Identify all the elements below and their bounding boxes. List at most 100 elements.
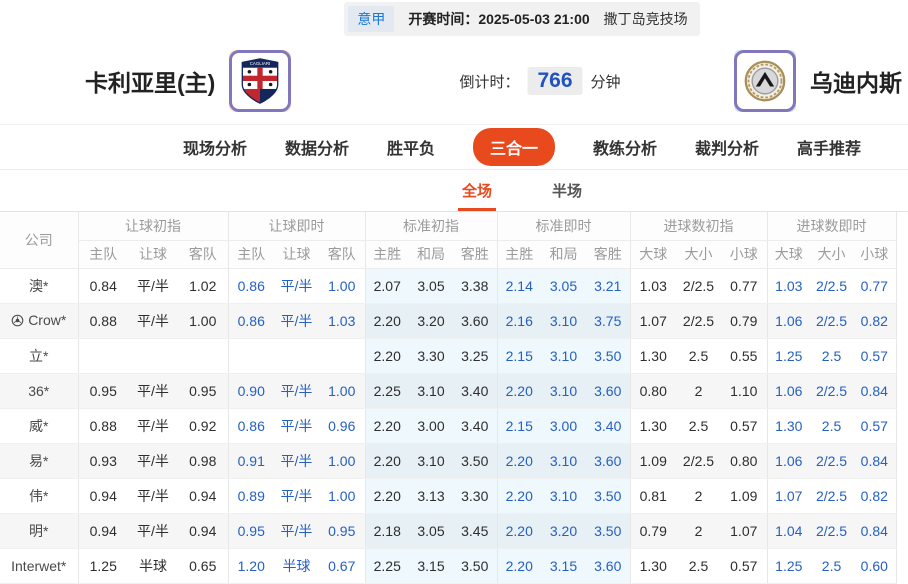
odds-group-header-4: 标准即时 xyxy=(496,212,630,241)
odds-sub-header: 客队 xyxy=(319,240,365,269)
league-badge[interactable]: 意甲 xyxy=(348,6,395,32)
odds-cell: 0.98 xyxy=(178,443,228,479)
odds-cell: 2/2.5 xyxy=(676,268,721,304)
nav-tab-3[interactable]: 胜平负 xyxy=(387,135,435,159)
odds-cell: 1.00 xyxy=(319,478,365,514)
company-cell[interactable]: 立* xyxy=(0,338,78,374)
nav-tab-5[interactable]: 教练分析 xyxy=(593,135,657,159)
company-cell[interactable]: 易* xyxy=(0,443,78,479)
odds-cell: 0.95 xyxy=(77,373,128,409)
nav-tab-2[interactable]: 数据分析 xyxy=(285,135,349,159)
odds-cell: 0.81 xyxy=(629,478,676,514)
odds-cell: 1.07 xyxy=(629,303,676,339)
company-cell[interactable]: 澳* xyxy=(0,268,78,304)
odds-cell: 3.38 xyxy=(453,268,497,304)
odds-cell: 0.77 xyxy=(853,268,897,304)
odds-cell: 2.5 xyxy=(810,548,854,584)
odds-cell: 3.30 xyxy=(409,338,453,374)
match-info-bar: 意甲 开赛时间：2025-05-03 21:00 撒丁岛竞技场 xyxy=(0,0,908,38)
nav-tab-7[interactable]: 高手推荐 xyxy=(797,135,861,159)
company-cell[interactable]: 明* xyxy=(0,513,78,549)
odds-cell: 1.25 xyxy=(766,338,811,374)
odds-cell: 0.89 xyxy=(227,478,274,514)
odds-cell: 3.10 xyxy=(541,338,586,374)
odds-cell: 1.06 xyxy=(766,443,811,479)
away-team-name: 乌迪内斯 xyxy=(810,70,902,96)
odds-cell: 3.40 xyxy=(586,408,630,444)
odds-cell: 3.75 xyxy=(586,303,630,339)
odds-cell: 0.57 xyxy=(853,338,897,374)
odds-cell: 3.20 xyxy=(409,303,453,339)
company-cell[interactable]: Crow* xyxy=(0,303,78,339)
venue-name: 撒丁岛竞技场 xyxy=(603,11,688,27)
odds-sub-header: 大球 xyxy=(766,240,811,269)
period-tab-2[interactable]: 半场 xyxy=(548,180,586,211)
odds-cell: 1.04 xyxy=(766,513,811,549)
odds-cell: 2.20 xyxy=(496,548,541,584)
kickoff-time: 开赛时间：2025-05-03 21:00 xyxy=(408,9,589,29)
odds-cell: 3.05 xyxy=(541,268,586,304)
nav-tab-4[interactable]: 三合一 xyxy=(472,128,555,166)
odds-cell: 0.82 xyxy=(853,303,897,339)
match-info-box: 意甲 开赛时间：2025-05-03 21:00 撒丁岛竞技场 xyxy=(344,2,700,36)
odds-cell: 1.09 xyxy=(721,478,768,514)
odds-cell: 3.15 xyxy=(541,548,586,584)
odds-cell: 1.06 xyxy=(766,303,811,339)
odds-row-7: 伟* 0.94 平/半 0.94 0.89 平/半 1.00 2.20 3.13 3.30 2.20… xyxy=(0,478,897,514)
company-name: Crow* xyxy=(28,311,67,328)
odds-cell: 2/2.5 xyxy=(810,373,854,409)
odds-row-5: 威* 0.88 平/半 0.92 0.86 平/半 0.96 2.20 3.00 3.40 2.15… xyxy=(0,408,897,444)
period-tab-1[interactable]: 全场 xyxy=(457,180,496,211)
company-name: 明* xyxy=(29,522,49,539)
odds-cell: 半球 xyxy=(128,548,178,584)
odds-cell: 0.57 xyxy=(853,408,897,444)
odds-row-2: Crow* 0.88 平/半 1.00 0.86 平/半 1.03 2.20 3.20 3.60 2… xyxy=(0,303,897,339)
odds-cell: 3.50 xyxy=(453,443,497,479)
home-team: 卡利亚里(主) CAGLIARI xyxy=(85,50,292,112)
odds-cell: 3.50 xyxy=(453,548,497,584)
odds-sub-header: 和局 xyxy=(409,240,453,269)
odds-cell: 0.84 xyxy=(77,268,128,304)
odds-sub-header: 大小 xyxy=(676,240,721,269)
odds-row-9: Interwet* 1.25 半球 0.65 1.20 半球 0.67 2.25 3.15 3.5… xyxy=(0,548,897,584)
company-cell[interactable]: 伟* xyxy=(0,478,78,514)
soccer-ball-icon xyxy=(11,314,24,330)
odds-cell: 1.30 xyxy=(766,408,811,444)
odds-cell: 3.45 xyxy=(453,513,497,549)
odds-cell: 0.90 xyxy=(227,373,274,409)
odds-row-3: 立* 2.20 3.30 3.25 2.15 3.10 3.50 1.30 2.5 0.55 1.2… xyxy=(0,338,897,374)
odds-cell: 0.55 xyxy=(721,338,768,374)
odds-cell: 3.60 xyxy=(453,303,497,339)
odds-cell: 0.86 xyxy=(227,408,274,444)
nav-tab-1[interactable]: 现场分析 xyxy=(183,135,247,159)
odds-cell: 0.60 xyxy=(853,548,897,584)
company-cell[interactable]: Interwet* xyxy=(0,548,78,584)
odds-sub-header: 客胜 xyxy=(453,240,497,269)
odds-cell: 2.18 xyxy=(364,513,409,549)
odds-sub-header: 和局 xyxy=(541,240,586,269)
odds-cell: 2/2.5 xyxy=(810,268,854,304)
countdown-label: 倒计时： xyxy=(459,73,520,91)
nav-tab-6[interactable]: 裁判分析 xyxy=(695,135,759,159)
odds-cell: 3.15 xyxy=(409,548,453,584)
odds-cell: 0.84 xyxy=(853,373,897,409)
odds-cell: 0.88 xyxy=(77,408,128,444)
odds-cell: 2.20 xyxy=(364,443,409,479)
countdown-value: 766 xyxy=(527,67,583,95)
odds-sub-header: 客胜 xyxy=(586,240,630,269)
company-cell[interactable]: 威* xyxy=(0,408,78,444)
odds-cell: 1.02 xyxy=(178,268,228,304)
odds-cell: 0.82 xyxy=(853,478,897,514)
period-tab-bar: 全场 半场 xyxy=(0,170,908,212)
odds-cell: 1.03 xyxy=(629,268,676,304)
odds-sub-header: 大小 xyxy=(810,240,854,269)
odds-sub-header: 主胜 xyxy=(496,240,541,269)
odds-cell: 1.03 xyxy=(319,303,365,339)
company-cell[interactable]: 36* xyxy=(0,373,78,409)
odds-cell: 0.96 xyxy=(319,408,365,444)
odds-cell: 3.50 xyxy=(586,478,630,514)
odds-cell xyxy=(227,338,274,374)
odds-cell: 2.15 xyxy=(496,338,541,374)
odds-cell: 0.86 xyxy=(227,303,274,339)
odds-row-8: 明* 0.94 平/半 0.94 0.95 平/半 0.95 2.18 3.05 3.45 2.20… xyxy=(0,513,897,549)
